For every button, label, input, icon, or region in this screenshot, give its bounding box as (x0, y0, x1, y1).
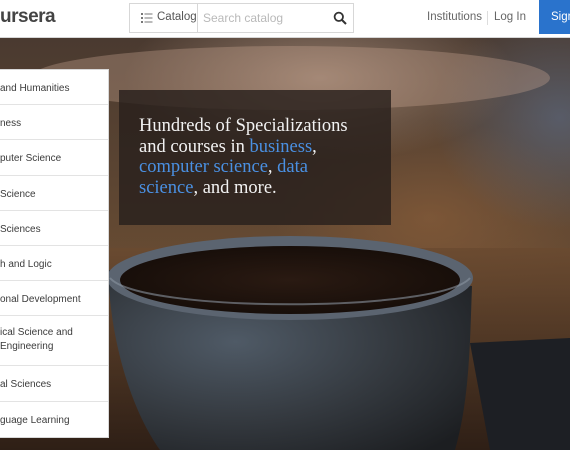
category-item[interactable]: ical Science and Engineering (0, 316, 108, 367)
category-label: puter Science (0, 153, 62, 165)
hero-tagline-panel: Hundreds of Specializations and courses … (119, 90, 391, 225)
category-label: and Humanities (0, 83, 70, 94)
category-label: h and Logic (0, 258, 52, 270)
category-item[interactable]: Sciences (0, 211, 108, 246)
category-item[interactable]: ness (0, 105, 108, 141)
category-label: ical Science and Engineering (0, 327, 73, 353)
category-label: onal Development (0, 294, 81, 306)
category-label: Sciences (0, 223, 41, 235)
category-label: ness (0, 118, 22, 130)
category-item[interactable]: h and Logic (0, 246, 108, 282)
category-item[interactable]: puter Science (0, 140, 108, 176)
category-menu: and Humanities ness puter Science Scienc… (0, 69, 109, 438)
list-icon (141, 13, 153, 23)
search-input[interactable] (199, 5, 325, 31)
category-label: al Sciences (0, 379, 52, 391)
category-item[interactable]: al Sciences (0, 366, 108, 402)
coursera-logo[interactable]: ursera (0, 6, 56, 28)
nav-divider (487, 11, 488, 25)
category-label: Science (0, 188, 36, 200)
category-item[interactable]: Science (0, 176, 108, 211)
catalog-label: Catalog (157, 11, 197, 23)
login-link[interactable]: Log In (494, 11, 526, 23)
signup-button[interactable]: Sign (539, 0, 570, 34)
category-item[interactable]: onal Development (0, 281, 108, 317)
tagline-tail: , and more. (193, 177, 277, 198)
tagline-separator: , (312, 136, 317, 157)
category-item[interactable]: guage Learning (0, 402, 108, 437)
business-link[interactable]: business (249, 137, 312, 157)
hero-tagline: Hundreds of Specializations and courses … (139, 116, 371, 198)
search-icon[interactable] (333, 11, 347, 25)
category-item[interactable]: and Humanities (0, 70, 108, 106)
category-label: guage Learning (0, 414, 70, 426)
computer-science-link[interactable]: computer science (139, 157, 268, 177)
catalog-search-bar: Catalog (129, 3, 354, 33)
catalog-button[interactable]: Catalog (130, 4, 198, 32)
top-navbar: ursera Catalog Institutions Log In Sign (0, 0, 570, 38)
tagline-separator: , (267, 157, 278, 177)
institutions-link[interactable]: Institutions (427, 11, 482, 23)
